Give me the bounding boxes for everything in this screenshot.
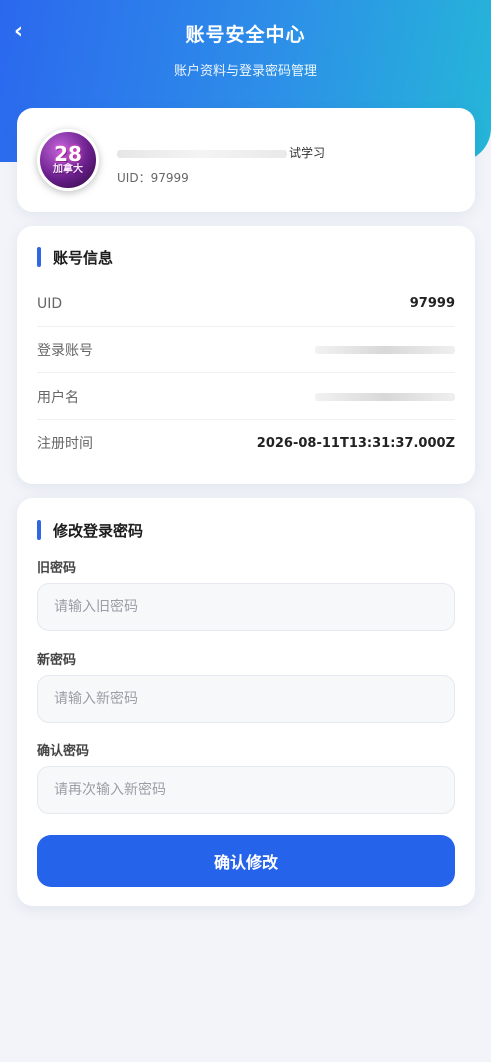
- confirm-password-label: 确认密码: [37, 744, 90, 759]
- change-password-title: 修改登录密码: [53, 521, 144, 540]
- page-title: 账号安全中心: [185, 24, 306, 46]
- profile-card: 28 加拿大 试学习 UID：97999: [17, 108, 475, 212]
- confirm-password-input[interactable]: [37, 766, 455, 814]
- old-password-input[interactable]: [37, 583, 455, 631]
- account-info-title: 账号信息: [53, 248, 114, 267]
- info-value-redacted: [315, 345, 455, 354]
- info-label: 用户名: [37, 389, 79, 406]
- info-label: 注册时间: [37, 436, 93, 452]
- nickname: 试学习: [117, 144, 325, 161]
- info-label: 登录账号: [37, 342, 93, 359]
- section-marker: [37, 520, 41, 540]
- change-password-heading: 修改登录密码: [37, 519, 143, 541]
- confirm-change-button[interactable]: 确认修改: [37, 835, 455, 887]
- old-password-label: 旧密码: [37, 561, 77, 576]
- info-row-register-time: 注册时间 2026-08-11T13:31:37.000Z: [37, 420, 455, 466]
- info-row-username: 用户名: [37, 374, 455, 420]
- avatar: 28 加拿大: [37, 129, 99, 191]
- info-row-uid: UID 97999: [37, 281, 455, 327]
- avatar-text: 加拿大: [53, 164, 83, 175]
- nickname-visible: 试学习: [289, 146, 326, 160]
- account-info-heading: 账号信息: [37, 246, 113, 268]
- profile-uid: UID：97999: [117, 171, 189, 185]
- avatar-number: 28: [54, 142, 82, 166]
- section-marker: [37, 247, 41, 267]
- page-subtitle: 账户资料与登录密码管理: [173, 64, 317, 79]
- info-value: 97999: [409, 296, 455, 311]
- new-password-input[interactable]: [37, 675, 455, 723]
- info-value-redacted: [315, 392, 455, 401]
- account-info-card: 账号信息 UID 97999 登录账号 用户名 注册时间 2026-08-11T…: [17, 226, 475, 484]
- nickname-redacted: [117, 149, 287, 158]
- change-password-card: 修改登录密码 旧密码 新密码 确认密码 确认修改: [17, 498, 475, 906]
- info-row-login-account: 登录账号: [37, 327, 455, 373]
- new-password-label: 新密码: [37, 653, 77, 668]
- info-label: UID: [37, 295, 63, 312]
- info-value: 2026-08-11T13:31:37.000Z: [256, 435, 455, 451]
